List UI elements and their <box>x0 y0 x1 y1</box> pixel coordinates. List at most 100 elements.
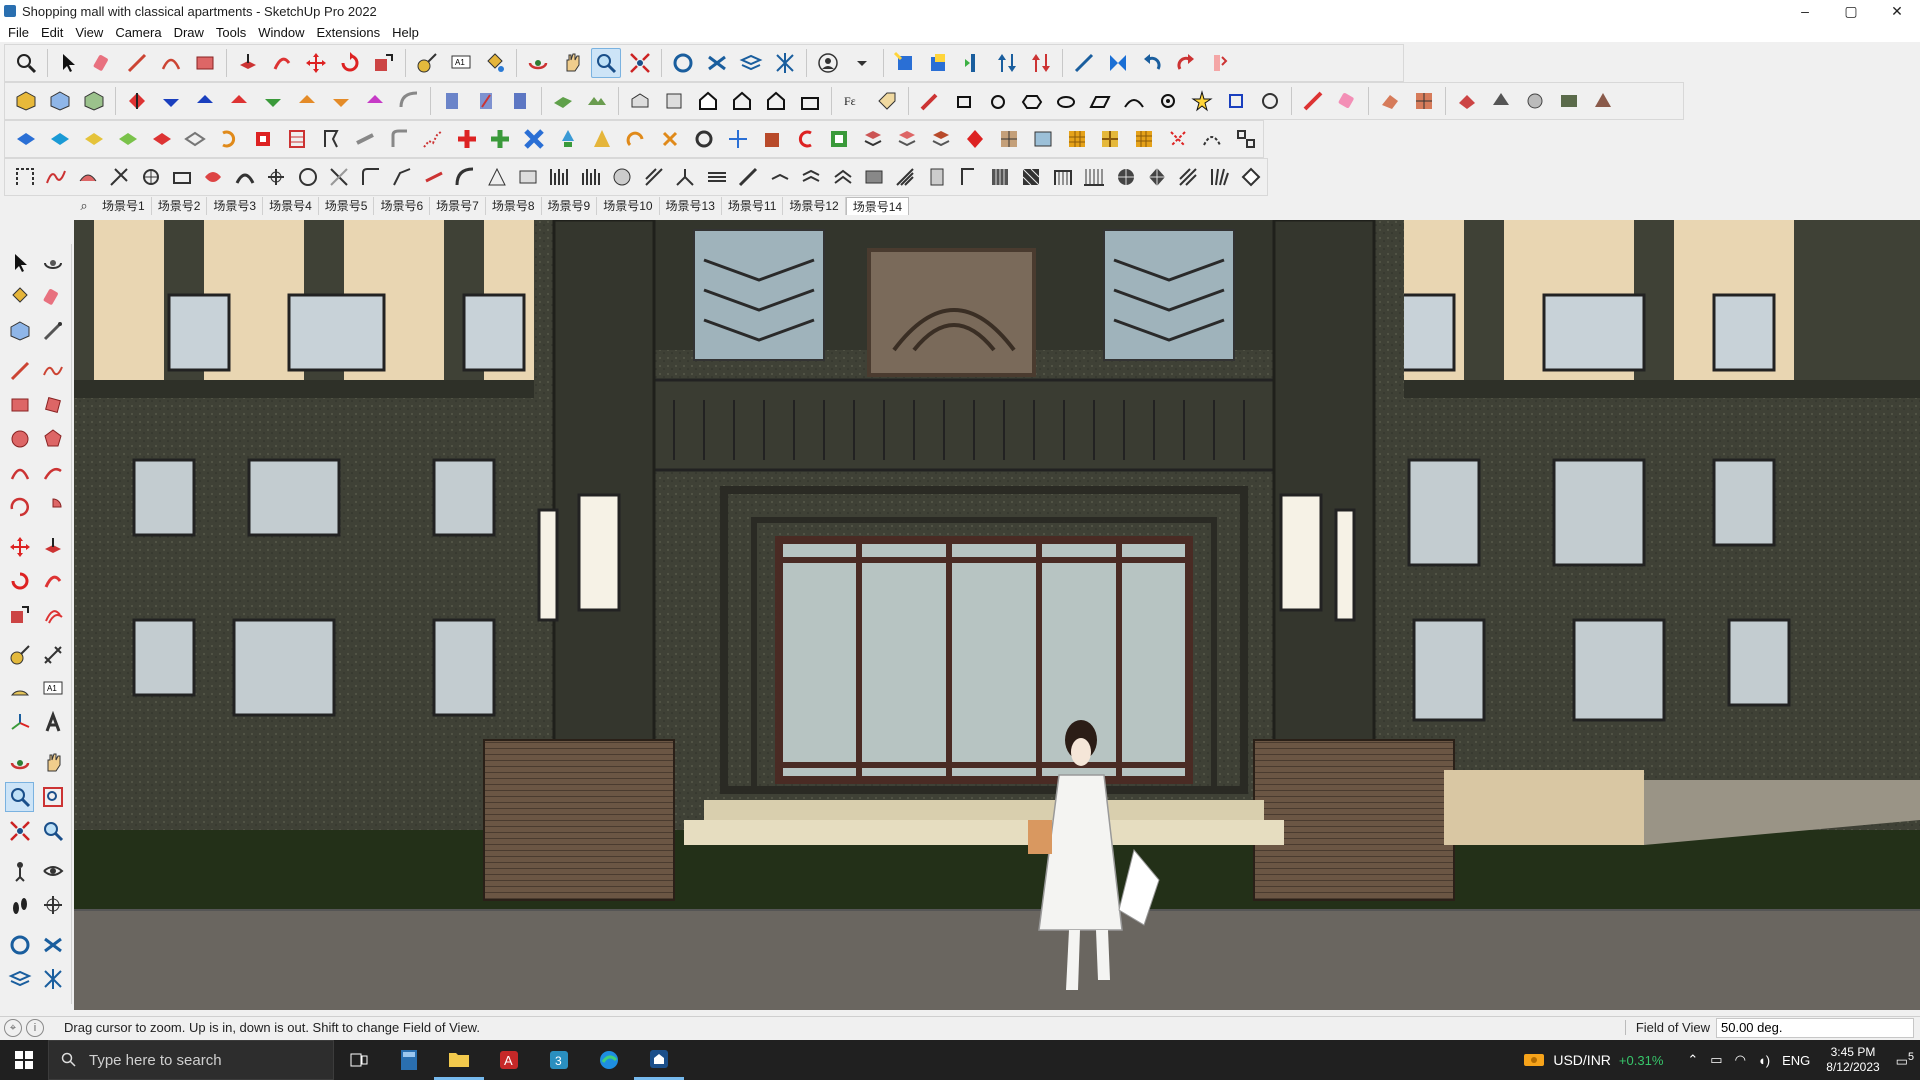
rectangle-tool-icon[interactable] <box>5 390 34 420</box>
rotated-rectangle-tool-icon[interactable] <box>38 390 67 420</box>
pie-tool-icon[interactable] <box>38 492 67 522</box>
views-top-icon[interactable] <box>659 86 689 116</box>
account-icon[interactable] <box>813 48 843 78</box>
cube-icon[interactable] <box>11 86 41 116</box>
style-icon[interactable] <box>668 48 698 78</box>
look-around-icon[interactable] <box>38 856 67 886</box>
tool-r3-10-icon[interactable] <box>316 124 346 154</box>
tool-r3-17-icon[interactable] <box>553 124 583 154</box>
tool-r3-16-icon[interactable] <box>519 124 549 154</box>
polygon-tool-icon[interactable] <box>38 424 67 454</box>
walk-icon[interactable] <box>5 890 34 920</box>
chevron-down-icon[interactable] <box>847 48 877 78</box>
tool-r3-24-icon[interactable] <box>790 124 820 154</box>
scale-tool-icon[interactable] <box>5 600 34 630</box>
tool-r3-37-icon[interactable] <box>1231 124 1261 154</box>
menu-help[interactable]: Help <box>386 25 425 40</box>
tool-r4-33-icon[interactable] <box>1018 162 1045 192</box>
menu-camera[interactable]: Camera <box>109 25 167 40</box>
tool-r4-9-icon[interactable] <box>263 162 290 192</box>
two-point-arc-tool-icon[interactable] <box>38 458 67 488</box>
pencil-red-icon[interactable] <box>915 86 945 116</box>
tool-r4-35-icon[interactable] <box>1080 162 1107 192</box>
arrow-down-blue-icon[interactable] <box>156 86 186 116</box>
text-icon[interactable]: A1 <box>446 48 476 78</box>
tool-r4-21-icon[interactable] <box>640 162 667 192</box>
tool-r4-5-icon[interactable] <box>137 162 164 192</box>
tool-r3-33-icon[interactable] <box>1096 124 1126 154</box>
acrobat-icon[interactable]: A <box>484 1040 534 1080</box>
xray-tool-icon[interactable] <box>38 930 67 960</box>
language-indicator[interactable]: ENG <box>1782 1053 1810 1068</box>
arrow-orange-2-icon[interactable] <box>326 86 356 116</box>
tool-r3-35-icon[interactable] <box>1163 124 1193 154</box>
tool-r4-32-icon[interactable] <box>986 162 1013 192</box>
tool-r4-12-icon[interactable] <box>357 162 384 192</box>
undo-icon[interactable] <box>1137 48 1167 78</box>
sketchup-taskbar-icon[interactable] <box>634 1040 684 1080</box>
views-iso-icon[interactable] <box>625 86 655 116</box>
tool-r3-12-icon[interactable] <box>384 124 414 154</box>
text-tool-icon[interactable]: A1 <box>38 674 67 704</box>
cube-blue-icon[interactable] <box>45 86 75 116</box>
menu-file[interactable]: File <box>2 25 35 40</box>
tool-r3-20-icon[interactable] <box>655 124 685 154</box>
redo-icon[interactable] <box>1171 48 1201 78</box>
select-tool-icon[interactable] <box>5 248 34 278</box>
menu-edit[interactable]: Edit <box>35 25 69 40</box>
solid-union-icon[interactable] <box>122 86 152 116</box>
tool-r3-26-icon[interactable] <box>858 124 888 154</box>
render-4-icon[interactable] <box>1554 86 1584 116</box>
grid-tool-icon[interactable] <box>1409 86 1439 116</box>
paint-bucket-icon[interactable] <box>480 48 510 78</box>
orbit-tool-icon[interactable] <box>38 248 67 278</box>
scene-tab[interactable]: 场景号13 <box>660 197 722 215</box>
tool-r4-27-icon[interactable] <box>829 162 856 192</box>
tool-r4-11-icon[interactable] <box>326 162 353 192</box>
pan-icon[interactable] <box>557 48 587 78</box>
shape-ellipse-icon[interactable] <box>1051 86 1081 116</box>
tool-r3-31-icon[interactable] <box>1028 124 1058 154</box>
wifi-icon[interactable]: ◠ <box>1735 1052 1746 1068</box>
move-icon[interactable] <box>301 48 331 78</box>
arc-icon[interactable] <box>156 48 186 78</box>
edge-browser-icon[interactable] <box>584 1040 634 1080</box>
tool-r3-14-icon[interactable] <box>452 124 482 154</box>
tool-r3-2-icon[interactable] <box>45 124 75 154</box>
dimension-icon[interactable] <box>1069 48 1099 78</box>
start-button[interactable] <box>0 1040 48 1080</box>
rectangle-icon[interactable] <box>190 48 220 78</box>
profile-builder-icon[interactable] <box>1375 86 1405 116</box>
3d-text-tool-icon[interactable] <box>38 708 67 738</box>
shape-arc-icon[interactable] <box>1119 86 1149 116</box>
cube-green-icon[interactable] <box>79 86 109 116</box>
task-view-icon[interactable] <box>334 1040 384 1080</box>
tool-r3-27-icon[interactable] <box>892 124 922 154</box>
tool-r4-10-icon[interactable] <box>294 162 321 192</box>
orbit-camera-icon[interactable] <box>5 748 34 778</box>
views-front-icon[interactable] <box>693 86 723 116</box>
currency-ticker[interactable]: USD/INR +0.31% <box>1523 1051 1663 1069</box>
tool-r4-24-icon[interactable] <box>734 162 761 192</box>
terrain-icon[interactable] <box>582 86 612 116</box>
render-icon[interactable] <box>1452 86 1482 116</box>
tool-r3-30-icon[interactable] <box>994 124 1024 154</box>
scene-tab[interactable]: 场景号2 <box>152 197 208 215</box>
line-icon[interactable] <box>122 48 152 78</box>
tool-r4-26-icon[interactable] <box>797 162 824 192</box>
shape-circle-icon[interactable] <box>983 86 1013 116</box>
scene-tab-active[interactable]: 场景号14 <box>845 197 910 215</box>
pan-camera-icon[interactable] <box>38 748 67 778</box>
circle-tool-icon[interactable] <box>5 424 34 454</box>
freehand-tool-icon[interactable] <box>38 356 67 386</box>
measurements-input[interactable]: 50.00 deg. <box>1716 1017 1914 1038</box>
chevron-up-icon[interactable]: ⌃ <box>1687 1052 1698 1068</box>
minimize-button[interactable]: – <box>1782 0 1828 22</box>
rotate-icon[interactable] <box>335 48 365 78</box>
tool-r3-8-icon[interactable] <box>248 124 278 154</box>
scene-search-icon[interactable]: ⌕ <box>72 196 96 216</box>
axes-tool-icon[interactable] <box>5 708 34 738</box>
push-pull-tool-icon[interactable] <box>38 532 67 562</box>
teams-app-icon[interactable]: 3 <box>534 1040 584 1080</box>
arrow-green-icon[interactable] <box>258 86 288 116</box>
